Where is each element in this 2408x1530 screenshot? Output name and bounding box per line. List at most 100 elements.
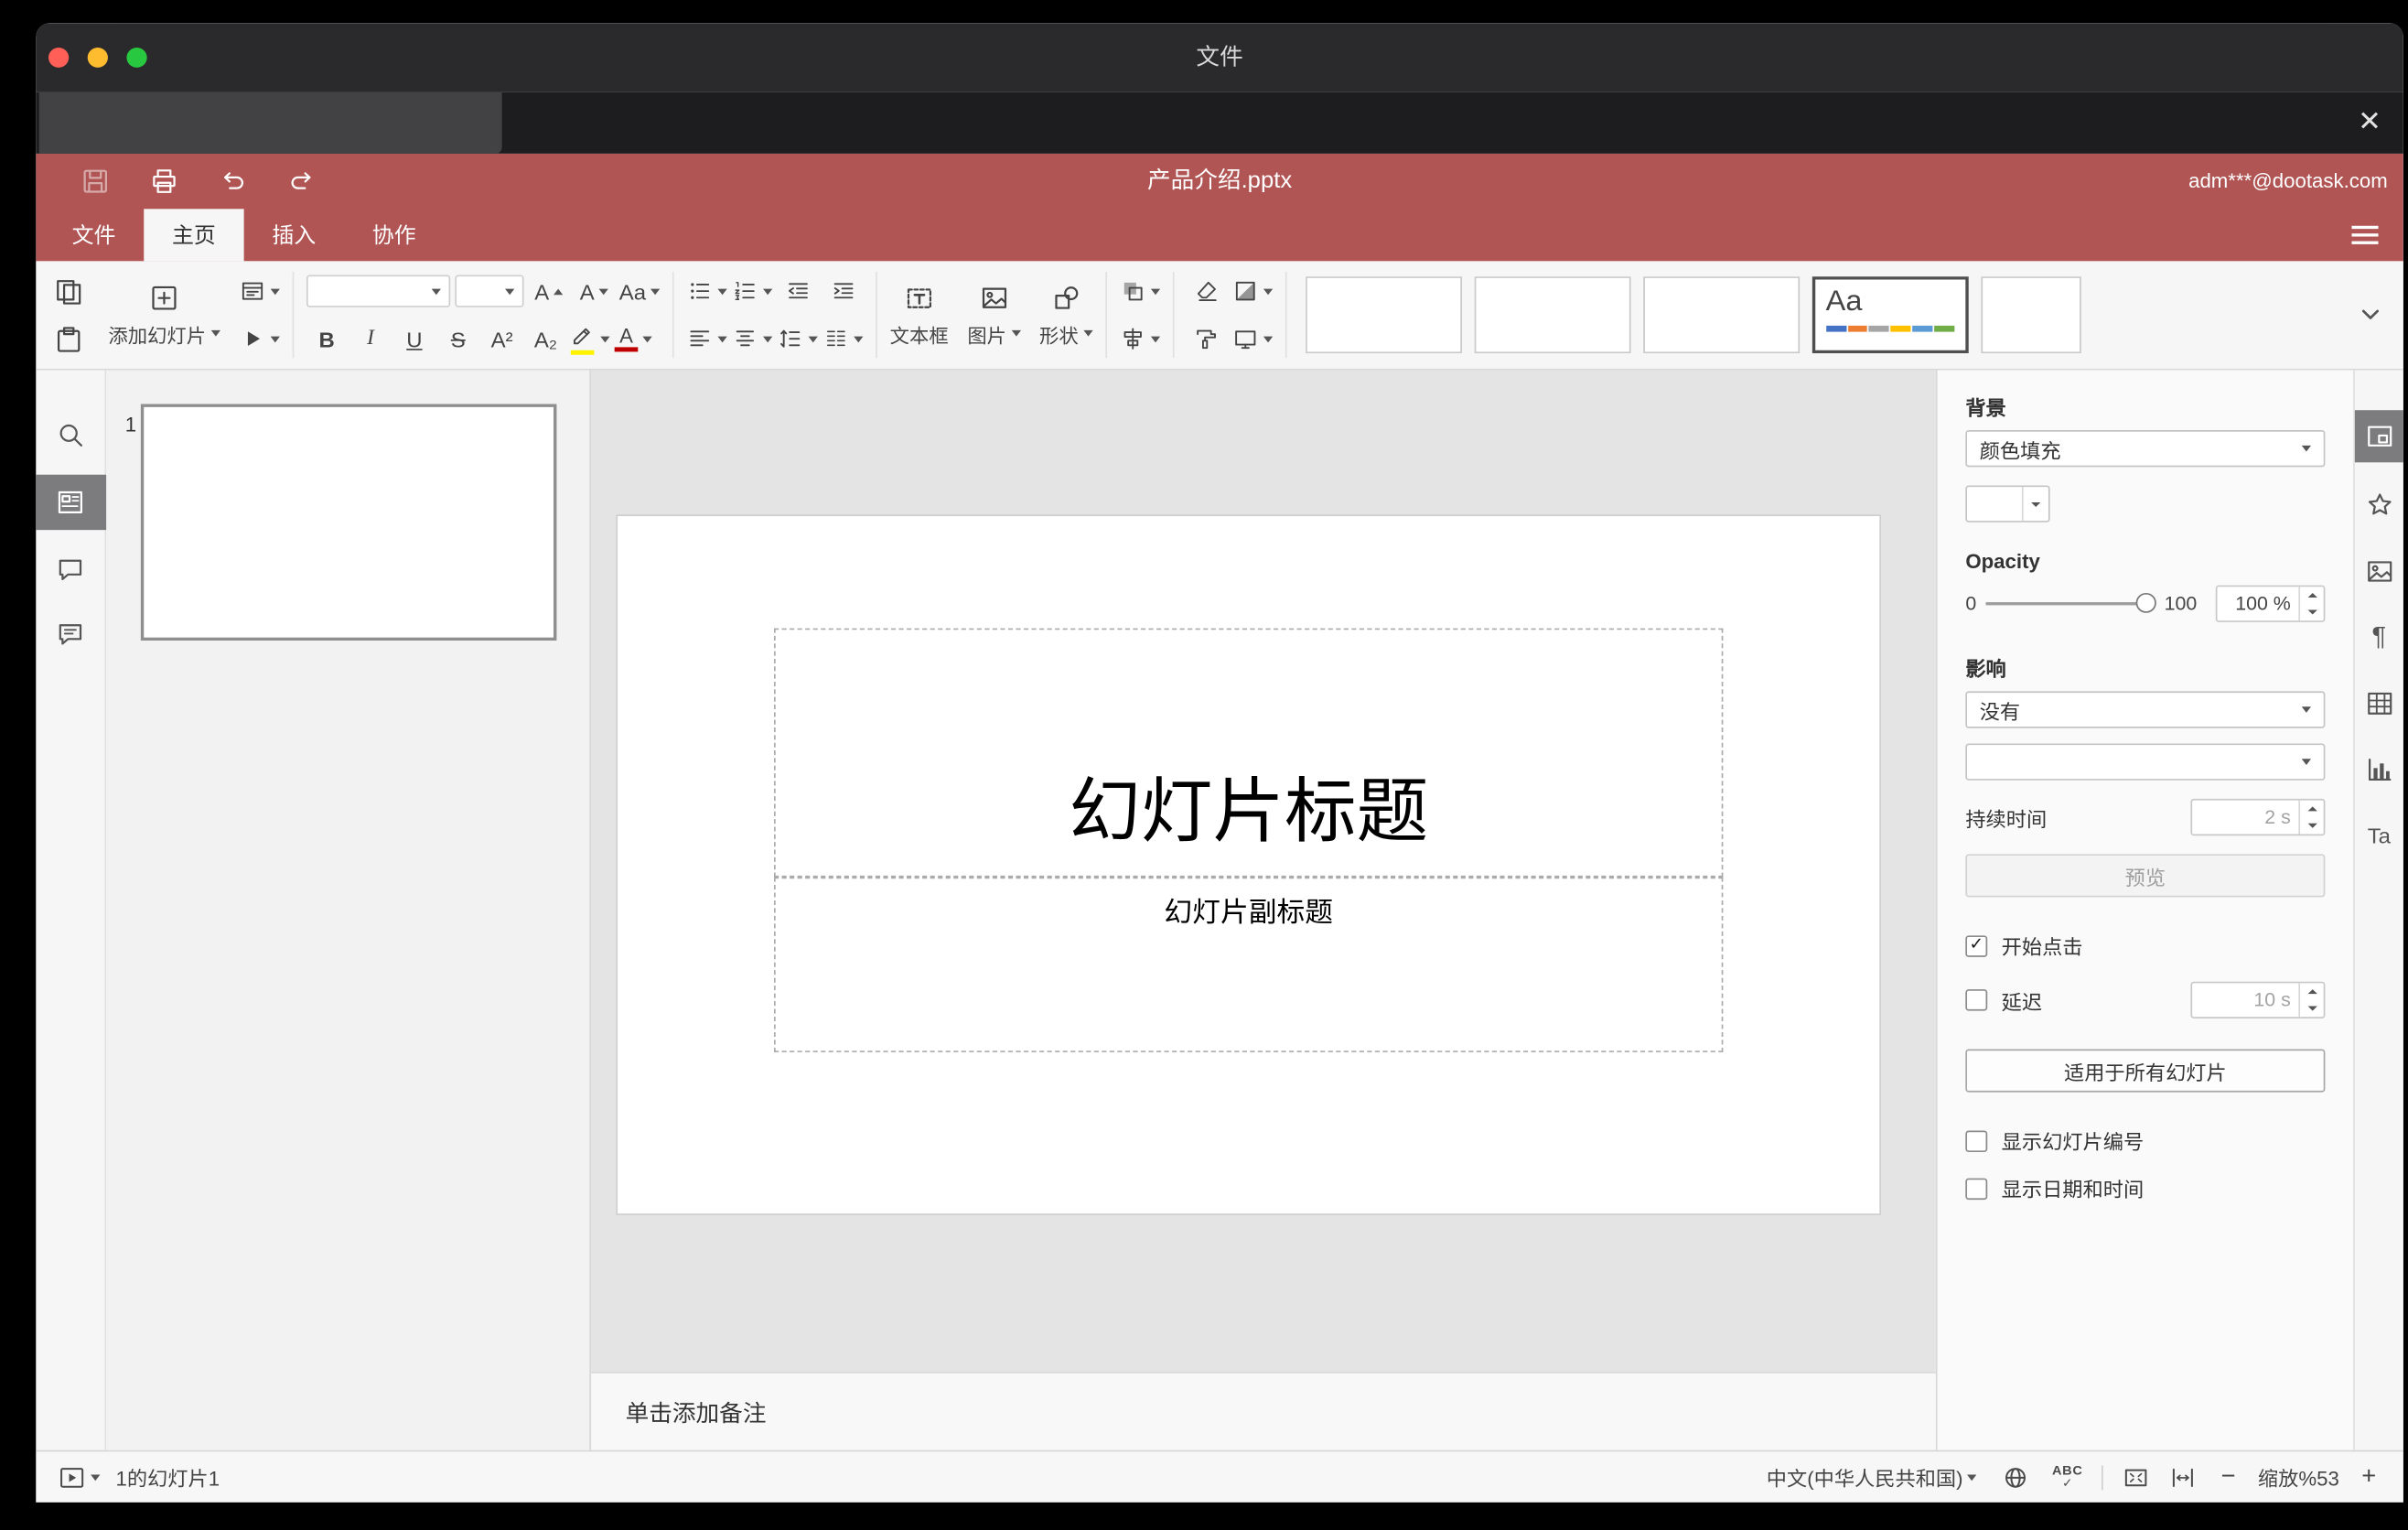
delay-up-button[interactable] [2300, 983, 2324, 999]
theme-tile[interactable] [1474, 276, 1631, 354]
apply-to-all-slides-button[interactable]: 适用于所有幻灯片 [1965, 1049, 2326, 1093]
numbering-button[interactable] [732, 271, 773, 311]
search-button[interactable] [36, 410, 105, 459]
maximize-traffic-light-icon[interactable] [126, 48, 147, 68]
effect-type-select[interactable] [1965, 743, 2326, 781]
shape-settings-button[interactable] [2354, 482, 2403, 528]
font-size-select[interactable] [455, 275, 524, 307]
chat-button[interactable] [36, 609, 105, 659]
opacity-spinner[interactable]: 100 % [2215, 585, 2326, 622]
line-spacing-button[interactable] [778, 318, 819, 359]
theme-tile[interactable] [1980, 276, 2081, 354]
language-select[interactable]: 中文(中华人民共和国) [1767, 1462, 1977, 1492]
font-name-select[interactable] [306, 275, 451, 307]
increase-font-button[interactable]: A [529, 271, 569, 311]
fit-width-button[interactable] [2169, 1463, 2198, 1491]
slide-settings-button[interactable] [2354, 410, 2403, 463]
start-on-click-checkbox[interactable]: ✓ [1965, 934, 1988, 956]
table-settings-button[interactable] [2354, 681, 2403, 727]
copy-button[interactable] [48, 271, 89, 311]
delay-checkbox[interactable] [1965, 989, 1988, 1011]
spellcheck-button[interactable]: ABC ✓ [2052, 1464, 2083, 1490]
slide-canvas[interactable]: 幻灯片标题 幻灯片副标题 [591, 370, 1936, 1373]
theme-tile-selected[interactable]: Aa [1811, 276, 1969, 354]
close-icon[interactable]: ✕ [2358, 104, 2381, 138]
slide[interactable]: 幻灯片标题 幻灯片副标题 [618, 516, 1880, 1214]
superscript-button[interactable]: A² [481, 318, 521, 359]
delay-spinner[interactable]: 10 s [2190, 981, 2326, 1018]
theme-gallery-expand-button[interactable] [2350, 272, 2391, 358]
show-slide-number-checkbox[interactable] [1965, 1129, 1988, 1152]
opacity-slider[interactable] [1985, 592, 2157, 615]
minimize-traffic-light-icon[interactable] [87, 48, 108, 68]
slide-thumbnail[interactable] [140, 404, 557, 641]
subscript-button[interactable]: A₂ [525, 318, 565, 359]
comments-button[interactable] [36, 545, 105, 595]
italic-button[interactable]: I [350, 318, 391, 359]
bullets-button[interactable] [687, 271, 727, 311]
theme-tile[interactable] [1642, 276, 1800, 354]
chevron-down-icon [808, 335, 819, 342]
start-slideshow-button[interactable] [239, 318, 280, 359]
menu-icon[interactable] [2351, 225, 2379, 244]
opacity-down-button[interactable] [2300, 604, 2324, 620]
opacity-slider-handle[interactable] [2135, 592, 2157, 613]
fill-color-button[interactable] [1231, 271, 1273, 311]
tab-collaboration[interactable]: 协作 [344, 209, 444, 261]
text-box-button[interactable]: 文本框 [890, 282, 949, 348]
arrange-button[interactable] [1119, 271, 1160, 311]
duration-spinner[interactable]: 2 s [2190, 798, 2326, 836]
notes-area[interactable]: 单击添加备注 [591, 1372, 1936, 1450]
opacity-up-button[interactable] [2300, 587, 2324, 603]
text-art-settings-button[interactable]: Ta [2354, 813, 2403, 858]
chart-settings-button[interactable] [2354, 747, 2403, 792]
effect-select[interactable]: 没有 [1965, 691, 2326, 728]
change-case-button[interactable]: Aa [619, 271, 661, 311]
start-slideshow-statusbar-button[interactable] [58, 1463, 101, 1491]
insert-columns-button[interactable] [822, 318, 864, 359]
zoom-in-button[interactable]: + [2357, 1463, 2381, 1491]
vertical-align-button[interactable] [732, 318, 773, 359]
insert-image-button[interactable]: 图片 [967, 282, 1021, 348]
delay-down-button[interactable] [2300, 1000, 2324, 1017]
tab-file[interactable]: 文件 [44, 209, 144, 261]
strikethrough-button[interactable]: S [438, 318, 478, 359]
show-date-time-checkbox[interactable] [1965, 1177, 1988, 1200]
preview-button[interactable]: 预览 [1965, 854, 2326, 898]
font-color-button[interactable]: A [613, 318, 653, 359]
duration-down-button[interactable] [2300, 817, 2324, 834]
theme-tile[interactable] [1305, 276, 1462, 354]
tab-insert[interactable]: 插入 [244, 209, 344, 261]
insert-shape-button[interactable]: 形状 [1038, 282, 1093, 348]
decrease-font-button[interactable]: A [574, 271, 614, 311]
paragraph-settings-button[interactable]: ¶ [2354, 614, 2403, 660]
shape-label: 形状 [1038, 325, 1079, 347]
background-fill-select[interactable]: 颜色填充 [1965, 430, 2326, 468]
paste-button[interactable] [48, 318, 89, 359]
align-shapes-button[interactable] [1119, 318, 1160, 359]
slides-panel-icon [55, 487, 86, 518]
clear-style-button[interactable] [1187, 271, 1227, 311]
start-slideshow-icon [239, 326, 265, 352]
duration-up-button[interactable] [2300, 801, 2324, 817]
close-traffic-light-icon[interactable] [48, 48, 70, 68]
decrease-indent-button[interactable] [778, 271, 818, 311]
increase-indent-button[interactable] [822, 271, 863, 311]
image-settings-button[interactable] [2354, 548, 2403, 594]
tab-home[interactable]: 主页 [144, 209, 244, 262]
underline-button[interactable]: U [394, 318, 435, 359]
globe-icon[interactable] [2002, 1463, 2030, 1491]
zoom-out-button[interactable]: − [2216, 1463, 2241, 1491]
copy-style-button[interactable] [1187, 318, 1227, 359]
slide-size-button[interactable] [1231, 318, 1273, 359]
background-color-picker[interactable] [1965, 485, 2050, 523]
highlight-color-button[interactable] [569, 318, 610, 359]
slide-subtitle-placeholder[interactable]: 幻灯片副标题 [773, 877, 1724, 1052]
slides-panel-button[interactable] [36, 474, 106, 531]
fit-slide-button[interactable] [2122, 1463, 2150, 1491]
horizontal-align-button[interactable] [687, 318, 727, 359]
bold-button[interactable]: B [306, 318, 347, 359]
change-layout-button[interactable] [239, 271, 280, 311]
slide-title-placeholder[interactable]: 幻灯片标题 [773, 628, 1724, 878]
add-slide-button[interactable]: 添加幻灯片 [89, 282, 239, 348]
